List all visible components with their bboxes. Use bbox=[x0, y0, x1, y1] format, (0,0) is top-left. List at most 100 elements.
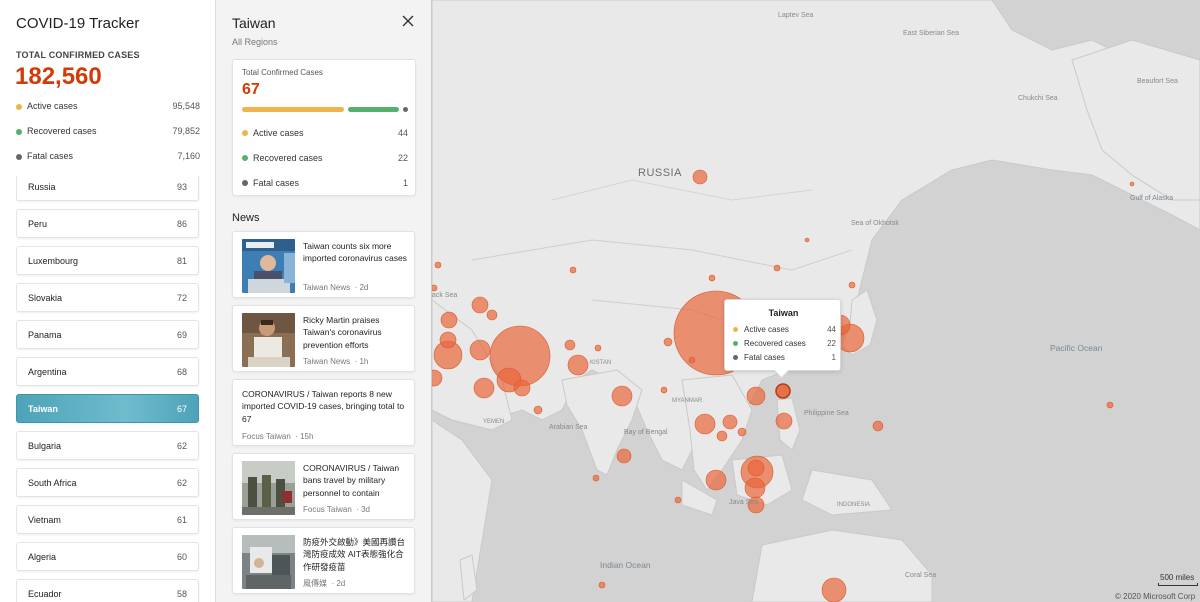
country-name: Luxembourg bbox=[28, 256, 79, 266]
country-item-algeria[interactable]: Algeria 60 bbox=[16, 542, 199, 571]
world-map[interactable]: RUSSIA Laptev Sea East Siberian Sea Beau… bbox=[432, 0, 1200, 602]
stat-label: Active cases bbox=[27, 101, 78, 111]
country-item-slovakia[interactable]: Slovakia 72 bbox=[16, 283, 199, 312]
tooltip-row-label: Recovered cases bbox=[744, 339, 806, 348]
map-label-sea: Chukchi Sea bbox=[1018, 95, 1058, 102]
country-item-ecuador[interactable]: Ecuador 58 bbox=[16, 579, 199, 602]
news-time: 2d bbox=[359, 283, 369, 292]
map-label-sea: Philippine Sea bbox=[804, 410, 849, 417]
news-source: Focus Taiwan bbox=[242, 432, 291, 441]
country-name: Panama bbox=[28, 330, 62, 340]
fatal-dot-icon bbox=[242, 180, 248, 186]
country-count: 58 bbox=[176, 589, 187, 599]
tooltip-row-value: 1 bbox=[831, 353, 836, 362]
fatal-dot-icon bbox=[733, 355, 738, 360]
row-label: Active cases bbox=[253, 128, 304, 138]
country-count: 72 bbox=[176, 293, 187, 303]
news-time: 2d bbox=[336, 579, 346, 588]
fatal-cases-row: Fatal cases 1 bbox=[242, 178, 408, 190]
country-name: Ecuador bbox=[28, 589, 62, 599]
country-list[interactable]: Russia 93 Peru 86 Luxembourg 81 Slovakia… bbox=[16, 176, 200, 602]
country-count: 93 bbox=[176, 182, 187, 192]
country-item-taiwan[interactable]: Taiwan 67 bbox=[16, 394, 199, 423]
country-item-bulgaria[interactable]: Bulgaria 62 bbox=[16, 431, 199, 460]
news-meta: Taiwan News · 1h bbox=[303, 357, 369, 366]
country-item-peru[interactable]: Peru 86 bbox=[16, 209, 199, 238]
news-source: 風傳媒 bbox=[303, 579, 327, 588]
map-tooltip: Taiwan Active cases 44 Recovered cases 2… bbox=[724, 299, 841, 371]
recovered-cases-row: Recovered cases 22 bbox=[242, 153, 408, 165]
active-cases-row: Active cases 44 bbox=[242, 128, 408, 140]
total-confirmed-label: TOTAL CONFIRMED CASES bbox=[16, 50, 140, 60]
tooltip-row-value: 44 bbox=[827, 325, 836, 334]
country-item-panama[interactable]: Panama 69 bbox=[16, 320, 199, 349]
news-title: Taiwan counts six more imported coronavi… bbox=[303, 241, 407, 264]
map-label-sea: Coral Sea bbox=[905, 572, 937, 579]
news-thumbnail bbox=[242, 461, 295, 515]
news-thumbnail bbox=[242, 313, 295, 367]
map-label-country: MYANMAR bbox=[672, 398, 703, 404]
country-count: 67 bbox=[176, 404, 187, 414]
recovered-cases-stat: Recovered cases 79,852 bbox=[16, 126, 200, 140]
country-item-argentina[interactable]: Argentina 68 bbox=[16, 357, 199, 386]
stat-label: Recovered cases bbox=[27, 126, 97, 136]
tooltip-row-label: Active cases bbox=[744, 325, 789, 334]
news-heading: News bbox=[232, 212, 260, 224]
stat-value: 7,160 bbox=[177, 151, 200, 161]
tooltip-active-row: Active cases 44 bbox=[733, 325, 836, 337]
country-count: 61 bbox=[176, 515, 187, 525]
row-label: Fatal cases bbox=[253, 178, 300, 188]
country-name: Algeria bbox=[28, 552, 57, 562]
country-count: 68 bbox=[176, 367, 187, 377]
press-conference-photo-icon bbox=[242, 239, 295, 293]
region-detail-panel: Taiwan All Regions Total Confirmed Cases… bbox=[216, 0, 432, 602]
region-subtitle: All Regions bbox=[232, 37, 278, 47]
fatal-bar bbox=[403, 107, 408, 112]
country-count: 62 bbox=[176, 478, 187, 488]
map-label-sea: ack Sea bbox=[432, 292, 458, 299]
country-item-vietnam[interactable]: Vietnam 61 bbox=[16, 505, 199, 534]
country-item-luxembourg[interactable]: Luxembourg 81 bbox=[16, 246, 199, 275]
country-item-russia[interactable]: Russia 93 bbox=[16, 176, 199, 201]
news-source: Taiwan News bbox=[303, 283, 351, 292]
active-dot-icon bbox=[16, 104, 22, 110]
news-title: 防疫外交啟動》美國再讚台灣防疫成效 AIT表態強化合作研發疫苗 bbox=[303, 537, 406, 572]
country-count: 86 bbox=[176, 219, 187, 229]
news-meta: Taiwan News · 2d bbox=[303, 283, 369, 292]
lab-photo-icon bbox=[242, 535, 295, 589]
map-label-sea: East Siberian Sea bbox=[903, 30, 960, 37]
map-label-sea: Sea of Okhotsk bbox=[851, 220, 899, 227]
stat-value: 79,852 bbox=[172, 126, 200, 136]
news-card[interactable]: CORONAVIRUS / Taiwan bans travel by mili… bbox=[232, 453, 415, 520]
recovered-dot-icon bbox=[242, 155, 248, 161]
taiwan-marker[interactable] bbox=[775, 383, 791, 399]
country-item-south-africa[interactable]: South Africa 62 bbox=[16, 468, 199, 497]
news-card[interactable]: Taiwan counts six more imported coronavi… bbox=[232, 231, 415, 298]
region-title: Taiwan bbox=[232, 15, 276, 31]
news-card[interactable]: CORONAVIRUS / Taiwan reports 8 new impor… bbox=[232, 379, 415, 446]
map-label-ocean: Pacific Ocean bbox=[1050, 343, 1103, 353]
country-name: South Africa bbox=[28, 478, 77, 488]
news-card[interactable]: Ricky Martin praises Taiwan's coronaviru… bbox=[232, 305, 415, 372]
map-label-sea: Gulf of Alaska bbox=[1130, 195, 1174, 202]
country-name: Vietnam bbox=[28, 515, 61, 525]
country-name: Taiwan bbox=[28, 404, 58, 414]
news-source: Taiwan News bbox=[303, 357, 351, 366]
map-label-sea: Arabian Sea bbox=[549, 424, 588, 431]
stat-label: Fatal cases bbox=[27, 151, 74, 161]
news-title: Ricky Martin praises Taiwan's coronaviru… bbox=[303, 315, 382, 350]
country-name: Russia bbox=[28, 182, 56, 192]
country-name: Peru bbox=[28, 219, 48, 229]
map-label-sea: Java Sea bbox=[729, 499, 759, 506]
tooltip-title: Taiwan bbox=[768, 308, 799, 318]
news-card[interactable]: 防疫外交啟動》美國再讚台灣防疫成效 AIT表態強化合作研發疫苗 風傳媒 · 2d bbox=[232, 527, 415, 594]
close-icon bbox=[402, 15, 414, 27]
summary-value: 67 bbox=[242, 81, 260, 98]
close-button[interactable] bbox=[400, 13, 416, 29]
fatal-dot-icon bbox=[16, 154, 22, 160]
app-title: COVID-19 Tracker bbox=[16, 15, 140, 32]
news-meta: 風傳媒 · 2d bbox=[303, 579, 346, 588]
country-name: Argentina bbox=[28, 367, 67, 377]
recovered-bar bbox=[348, 107, 399, 112]
map-label-sea: Laptev Sea bbox=[778, 12, 814, 19]
